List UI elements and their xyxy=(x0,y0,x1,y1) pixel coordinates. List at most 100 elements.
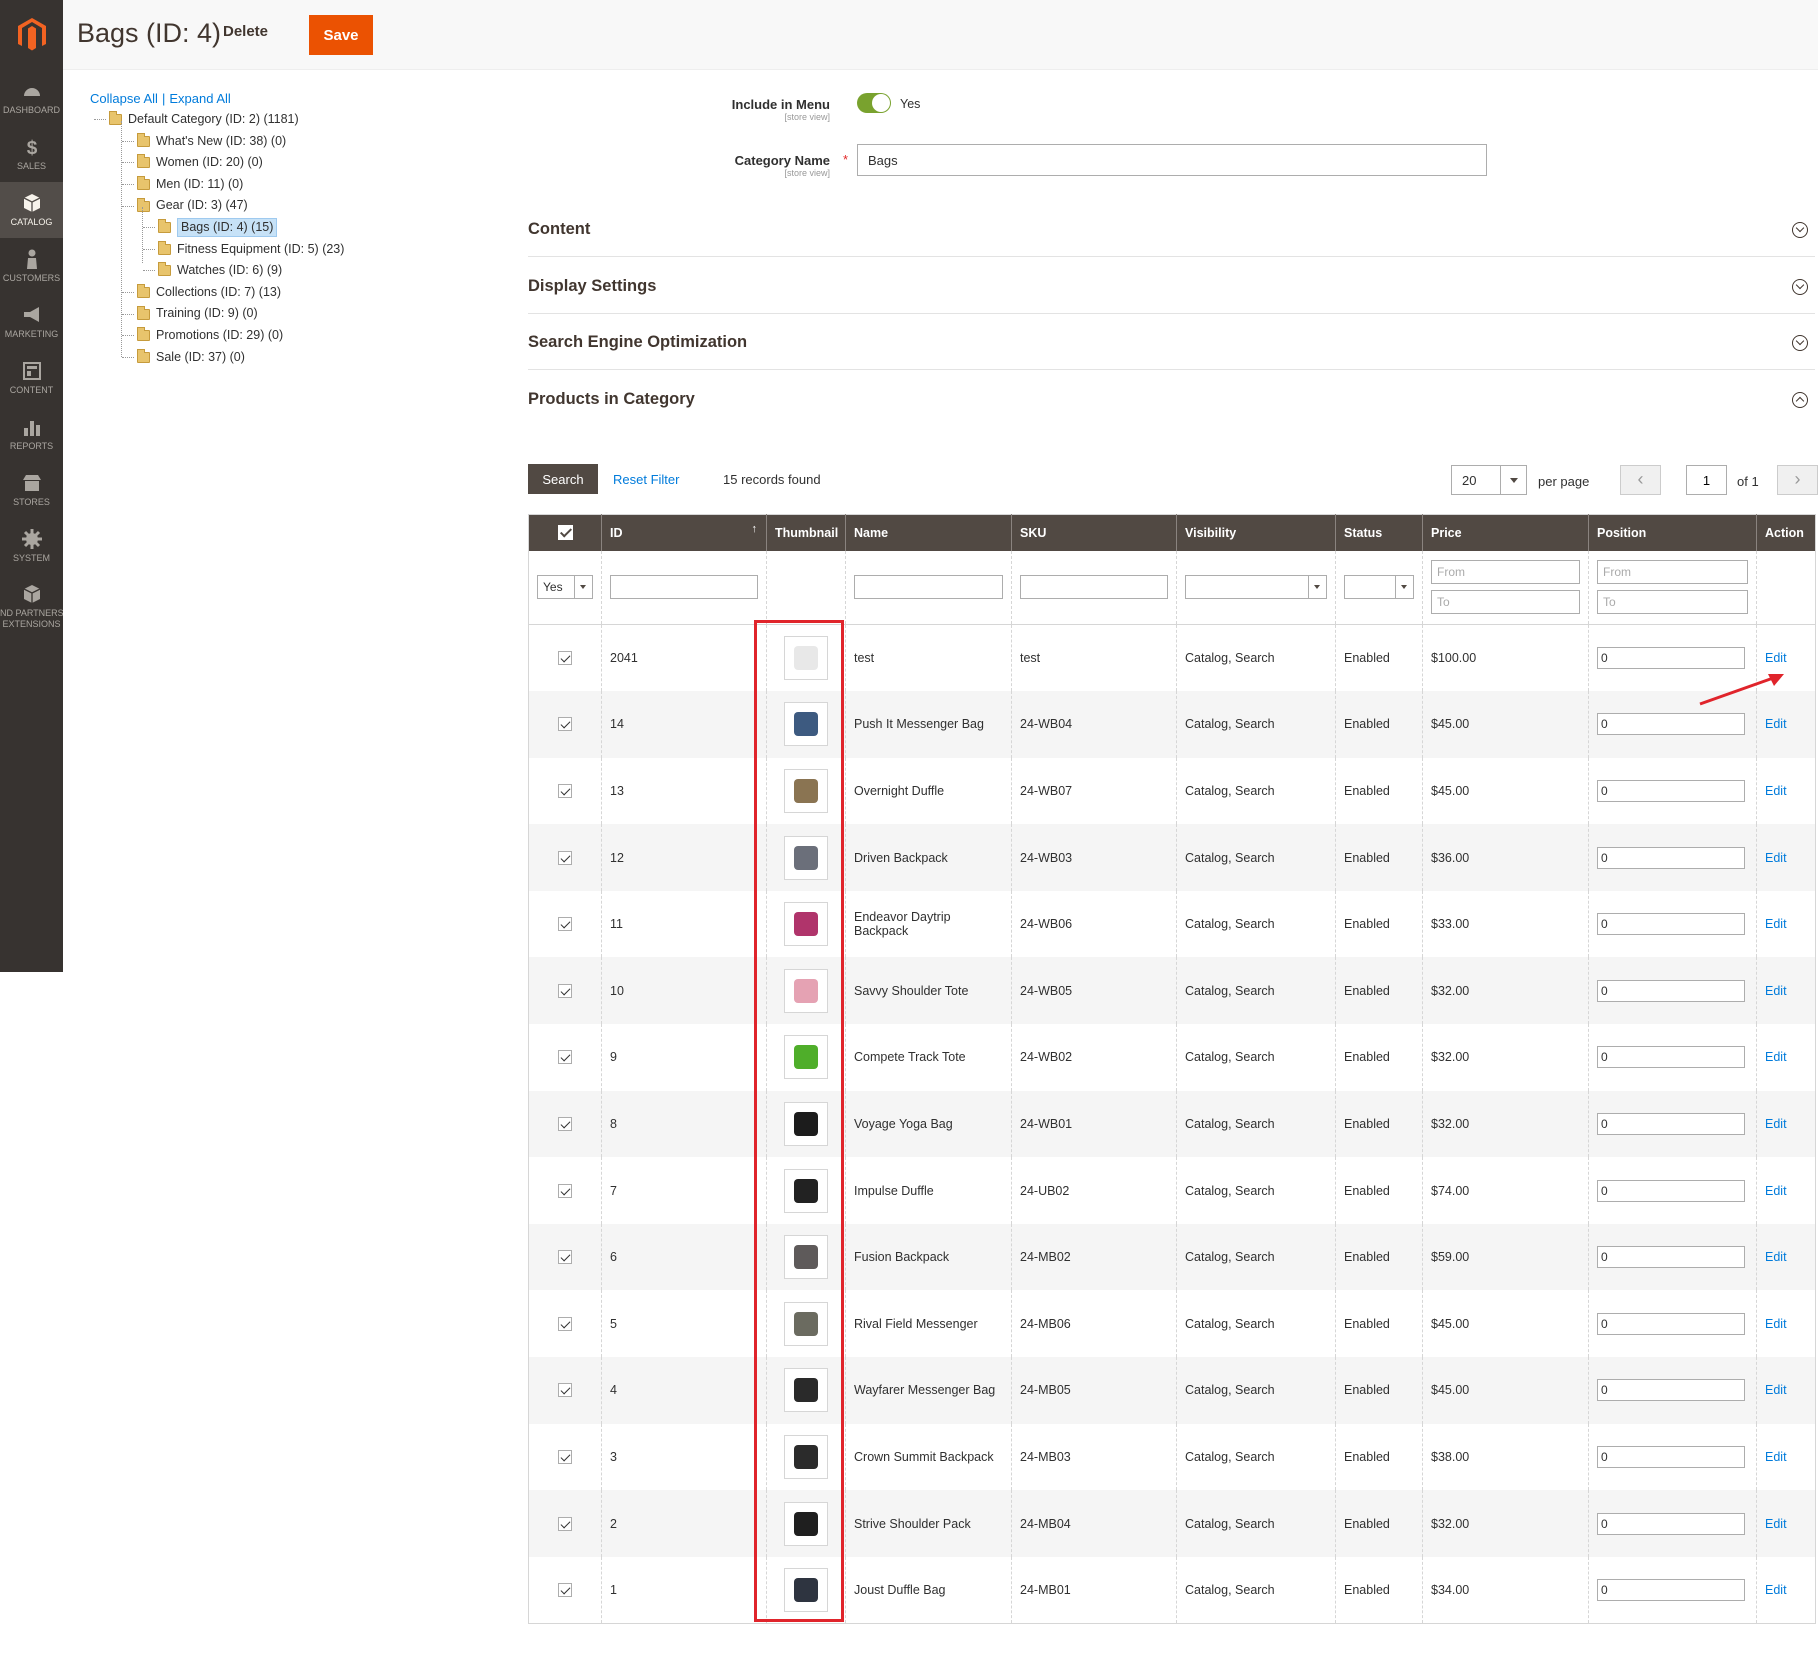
edit-link[interactable]: Edit xyxy=(1765,1450,1787,1464)
filter-name-input[interactable] xyxy=(854,575,1003,600)
nav-system[interactable]: SYSTEM xyxy=(0,518,63,574)
product-thumbnail[interactable] xyxy=(784,1235,828,1280)
tree-node[interactable]: Collections (ID: 7) (13) xyxy=(90,282,344,304)
next-page-button[interactable]: › xyxy=(1777,465,1818,495)
save-button[interactable]: Save xyxy=(309,15,373,55)
filter-id-input[interactable] xyxy=(610,575,758,600)
position-input[interactable] xyxy=(1597,1379,1745,1402)
nav-marketing[interactable]: MARKETING xyxy=(0,294,63,350)
row-checkbox[interactable] xyxy=(558,1116,572,1131)
product-thumbnail[interactable] xyxy=(784,1434,828,1479)
edit-link[interactable]: Edit xyxy=(1765,1517,1787,1531)
filter-price-to[interactable] xyxy=(1431,590,1580,615)
filter-price-from[interactable] xyxy=(1431,560,1580,585)
filter-visibility-select[interactable] xyxy=(1185,575,1327,600)
position-input[interactable] xyxy=(1597,779,1745,802)
product-thumbnail[interactable] xyxy=(784,1168,828,1213)
position-input[interactable] xyxy=(1597,1512,1745,1535)
page-number-input[interactable] xyxy=(1686,465,1727,495)
nav-reports[interactable]: REPORTS xyxy=(0,406,63,462)
product-thumbnail[interactable] xyxy=(784,968,828,1013)
filter-in-category-select[interactable]: Yes xyxy=(537,575,593,600)
row-checkbox[interactable] xyxy=(558,1449,572,1464)
position-input[interactable] xyxy=(1597,1112,1745,1135)
edit-link[interactable]: Edit xyxy=(1765,984,1787,998)
section-display-settings[interactable]: Display Settings xyxy=(528,257,1815,314)
filter-position-from[interactable] xyxy=(1597,560,1748,585)
edit-link[interactable]: Edit xyxy=(1765,851,1787,865)
position-input[interactable] xyxy=(1597,1578,1745,1601)
position-input[interactable] xyxy=(1597,913,1745,936)
select-all-checkbox[interactable] xyxy=(557,525,573,541)
table-row[interactable]: 11 Endeavor Daytrip Backpack 24-WB06 Catalo… xyxy=(529,890,1816,958)
table-row[interactable]: 4 Wayfarer Messenger Bag 24-MB05 Catalog, S… xyxy=(528,1357,1816,1424)
edit-link[interactable]: Edit xyxy=(1765,1117,1787,1131)
edit-link[interactable]: Edit xyxy=(1765,1250,1787,1264)
tree-node[interactable]: Sale (ID: 37) (0) xyxy=(90,347,344,369)
table-row[interactable]: 12 Driven Backpack 24-WB03 Catalog, Search E… xyxy=(528,824,1816,891)
column-header-price[interactable]: Price xyxy=(1422,514,1589,551)
column-header-position[interactable]: Position xyxy=(1588,514,1757,551)
product-thumbnail[interactable] xyxy=(784,1101,828,1146)
edit-link[interactable]: Edit xyxy=(1765,1317,1787,1331)
row-checkbox[interactable] xyxy=(558,1183,572,1198)
row-checkbox[interactable] xyxy=(558,1582,572,1597)
product-thumbnail[interactable] xyxy=(784,1035,828,1080)
per-page-select[interactable]: 20 xyxy=(1451,465,1527,495)
tree-node[interactable]: Women (ID: 20) (0) xyxy=(90,152,344,174)
table-row[interactable]: 2041 test test Catalog, Search Enabled $100.0… xyxy=(529,624,1816,692)
position-input[interactable] xyxy=(1597,1312,1745,1335)
product-thumbnail[interactable] xyxy=(784,1501,828,1546)
nav-stores[interactable]: STORES xyxy=(0,462,63,518)
product-thumbnail[interactable] xyxy=(784,835,828,880)
nav-customers[interactable]: CUSTOMERS xyxy=(0,238,63,294)
table-row[interactable]: 6 Fusion Backpack 24-MB02 Catalog, Search En… xyxy=(528,1223,1816,1291)
edit-link[interactable]: Edit xyxy=(1765,1050,1787,1064)
table-row[interactable]: 7 Impulse Duffle 24-UB02 Catalog, Search Ena… xyxy=(529,1157,1816,1224)
filter-position-to[interactable] xyxy=(1597,590,1748,615)
column-header-sku[interactable]: SKU xyxy=(1011,514,1177,551)
edit-link[interactable]: Edit xyxy=(1765,651,1787,665)
row-checkbox[interactable] xyxy=(558,717,572,732)
nav-content[interactable]: CONTENT xyxy=(0,350,63,406)
tree-node[interactable]: Default Category (ID: 2) (1181) xyxy=(90,109,344,131)
tree-node[interactable]: Training (ID: 9) (0) xyxy=(90,303,344,325)
tree-node[interactable]: What's New (ID: 38) (0) xyxy=(90,131,344,153)
reset-filter-link[interactable]: Reset Filter xyxy=(613,472,679,487)
expand-all-link[interactable]: Expand All xyxy=(169,91,230,106)
tree-node[interactable]: Watches (ID: 6) (9) xyxy=(90,260,344,282)
include-in-menu-toggle[interactable] xyxy=(857,93,891,113)
nav-nd-partners[interactable]: ND PARTNERS EXTENSIONS xyxy=(0,574,63,638)
position-input[interactable] xyxy=(1597,979,1745,1002)
row-checkbox[interactable] xyxy=(558,1383,572,1398)
product-thumbnail[interactable] xyxy=(784,768,828,813)
grid-search-button[interactable]: Search xyxy=(528,464,598,494)
tree-node[interactable]: Bags (ID: 4) (15) xyxy=(90,217,344,239)
row-checkbox[interactable] xyxy=(558,850,572,865)
section-products-in-category[interactable]: Products in Category xyxy=(528,370,1815,427)
row-checkbox[interactable] xyxy=(558,917,572,932)
column-header-name[interactable]: Name xyxy=(845,514,1012,551)
edit-link[interactable]: Edit xyxy=(1765,1184,1787,1198)
position-input[interactable] xyxy=(1597,846,1745,869)
tree-node[interactable]: Promotions (ID: 29) (0) xyxy=(90,325,344,347)
edit-link[interactable]: Edit xyxy=(1765,1583,1787,1597)
row-checkbox[interactable] xyxy=(558,1316,572,1331)
product-thumbnail[interactable] xyxy=(784,902,828,947)
row-checkbox[interactable] xyxy=(558,783,572,798)
category-name-input[interactable] xyxy=(857,144,1487,176)
row-checkbox[interactable] xyxy=(558,1050,572,1065)
table-row[interactable]: 10 Savvy Shoulder Tote 24-WB05 Catalog, Sea… xyxy=(528,957,1816,1025)
position-input[interactable] xyxy=(1597,1445,1745,1468)
table-row[interactable]: 13 Overnight Duffle 24-WB07 Catalog, Search… xyxy=(529,757,1816,825)
column-header-select[interactable] xyxy=(528,514,602,551)
table-row[interactable]: 2 Strive Shoulder Pack 24-MB04 Catalog, Sea… xyxy=(528,1490,1816,1557)
edit-link[interactable]: Edit xyxy=(1765,784,1787,798)
row-checkbox[interactable] xyxy=(558,1516,572,1531)
row-checkbox[interactable] xyxy=(558,983,572,998)
table-row[interactable]: 9 Compete Track Tote 24-WB02 Catalog, Searc… xyxy=(529,1024,1816,1091)
column-header-id[interactable]: ID ↑ xyxy=(601,514,767,551)
table-row[interactable]: 3 Crown Summit Backpack 24-MB03 Catalog, Se… xyxy=(529,1423,1816,1491)
section-content[interactable]: Content xyxy=(528,200,1815,257)
collapse-all-link[interactable]: Collapse All xyxy=(90,91,158,106)
